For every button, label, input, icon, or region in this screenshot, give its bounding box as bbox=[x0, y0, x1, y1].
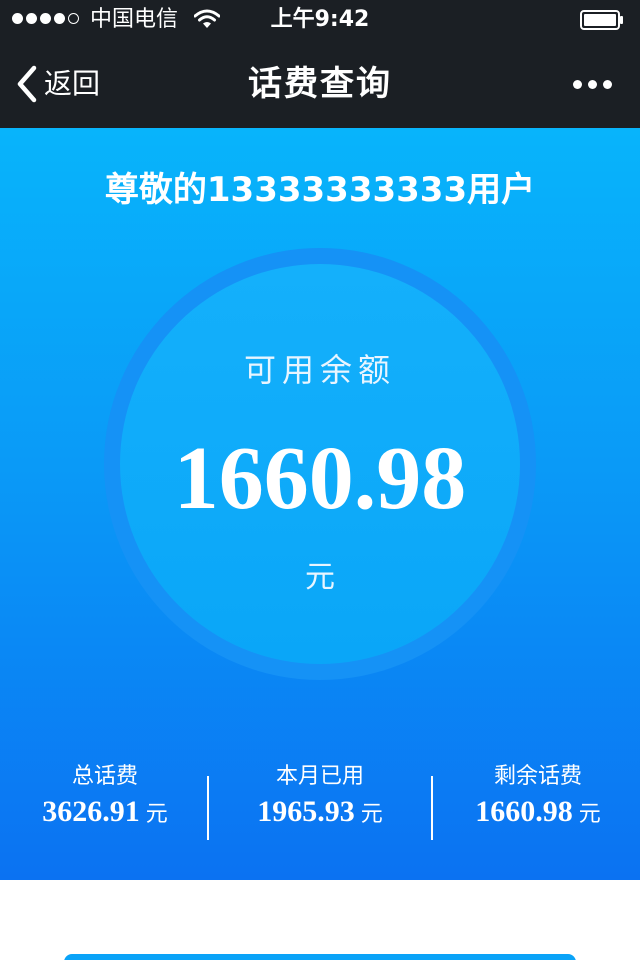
balance-circle: 可用余额 1660.98 元 bbox=[120, 264, 520, 664]
status-bar: 中国电信 上午9:42 bbox=[0, 0, 640, 40]
status-time: 上午9:42 bbox=[270, 7, 370, 32]
battery-icon bbox=[580, 10, 623, 30]
bottom-area bbox=[0, 880, 640, 960]
summary-unit: 元 bbox=[145, 802, 168, 827]
summary-label: 本月已用 bbox=[275, 764, 364, 789]
summary-label: 总话费 bbox=[71, 764, 138, 789]
summary-label: 剩余话费 bbox=[493, 764, 582, 789]
available-balance-amount: 1660.98 bbox=[173, 429, 467, 528]
summary-used-this-month: 本月已用 1965.93 元 bbox=[222, 762, 418, 846]
summary-remaining-fee: 剩余话费 1660.98 元 bbox=[442, 762, 634, 846]
summary-divider bbox=[207, 776, 209, 840]
available-balance-label: 可用余额 bbox=[243, 351, 396, 389]
more-button[interactable] bbox=[564, 62, 620, 106]
summary-divider bbox=[431, 776, 433, 840]
page-title: 话费查询 bbox=[248, 64, 392, 104]
page: 中国电信 上午9:42 返回 话费查询 尊敬的13333333333用户 可用余… bbox=[0, 0, 640, 960]
balance-panel: 尊敬的13333333333用户 可用余额 1660.98 元 总话费 3626… bbox=[0, 128, 640, 880]
summary-value: 1660.98 bbox=[475, 795, 573, 828]
summary-value: 3626.91 bbox=[42, 795, 140, 828]
summary-total-fee: 总话费 3626.91 元 bbox=[10, 762, 200, 846]
user-greeting: 尊敬的13333333333用户 bbox=[104, 170, 536, 210]
balance-gauge: 可用余额 1660.98 元 bbox=[104, 248, 536, 680]
balance-unit: 元 bbox=[305, 560, 335, 595]
action-button[interactable] bbox=[64, 954, 576, 960]
more-dots-icon bbox=[572, 79, 582, 89]
summary-unit: 元 bbox=[360, 802, 383, 827]
navigation-bar: 返回 话费查询 bbox=[0, 40, 640, 128]
summary-value: 1965.93 bbox=[257, 795, 355, 828]
summary-unit: 元 bbox=[578, 802, 601, 827]
fee-summary: 总话费 3626.91 元 本月已用 1965.93 元 剩余话费 1660.98 元 bbox=[0, 762, 640, 846]
